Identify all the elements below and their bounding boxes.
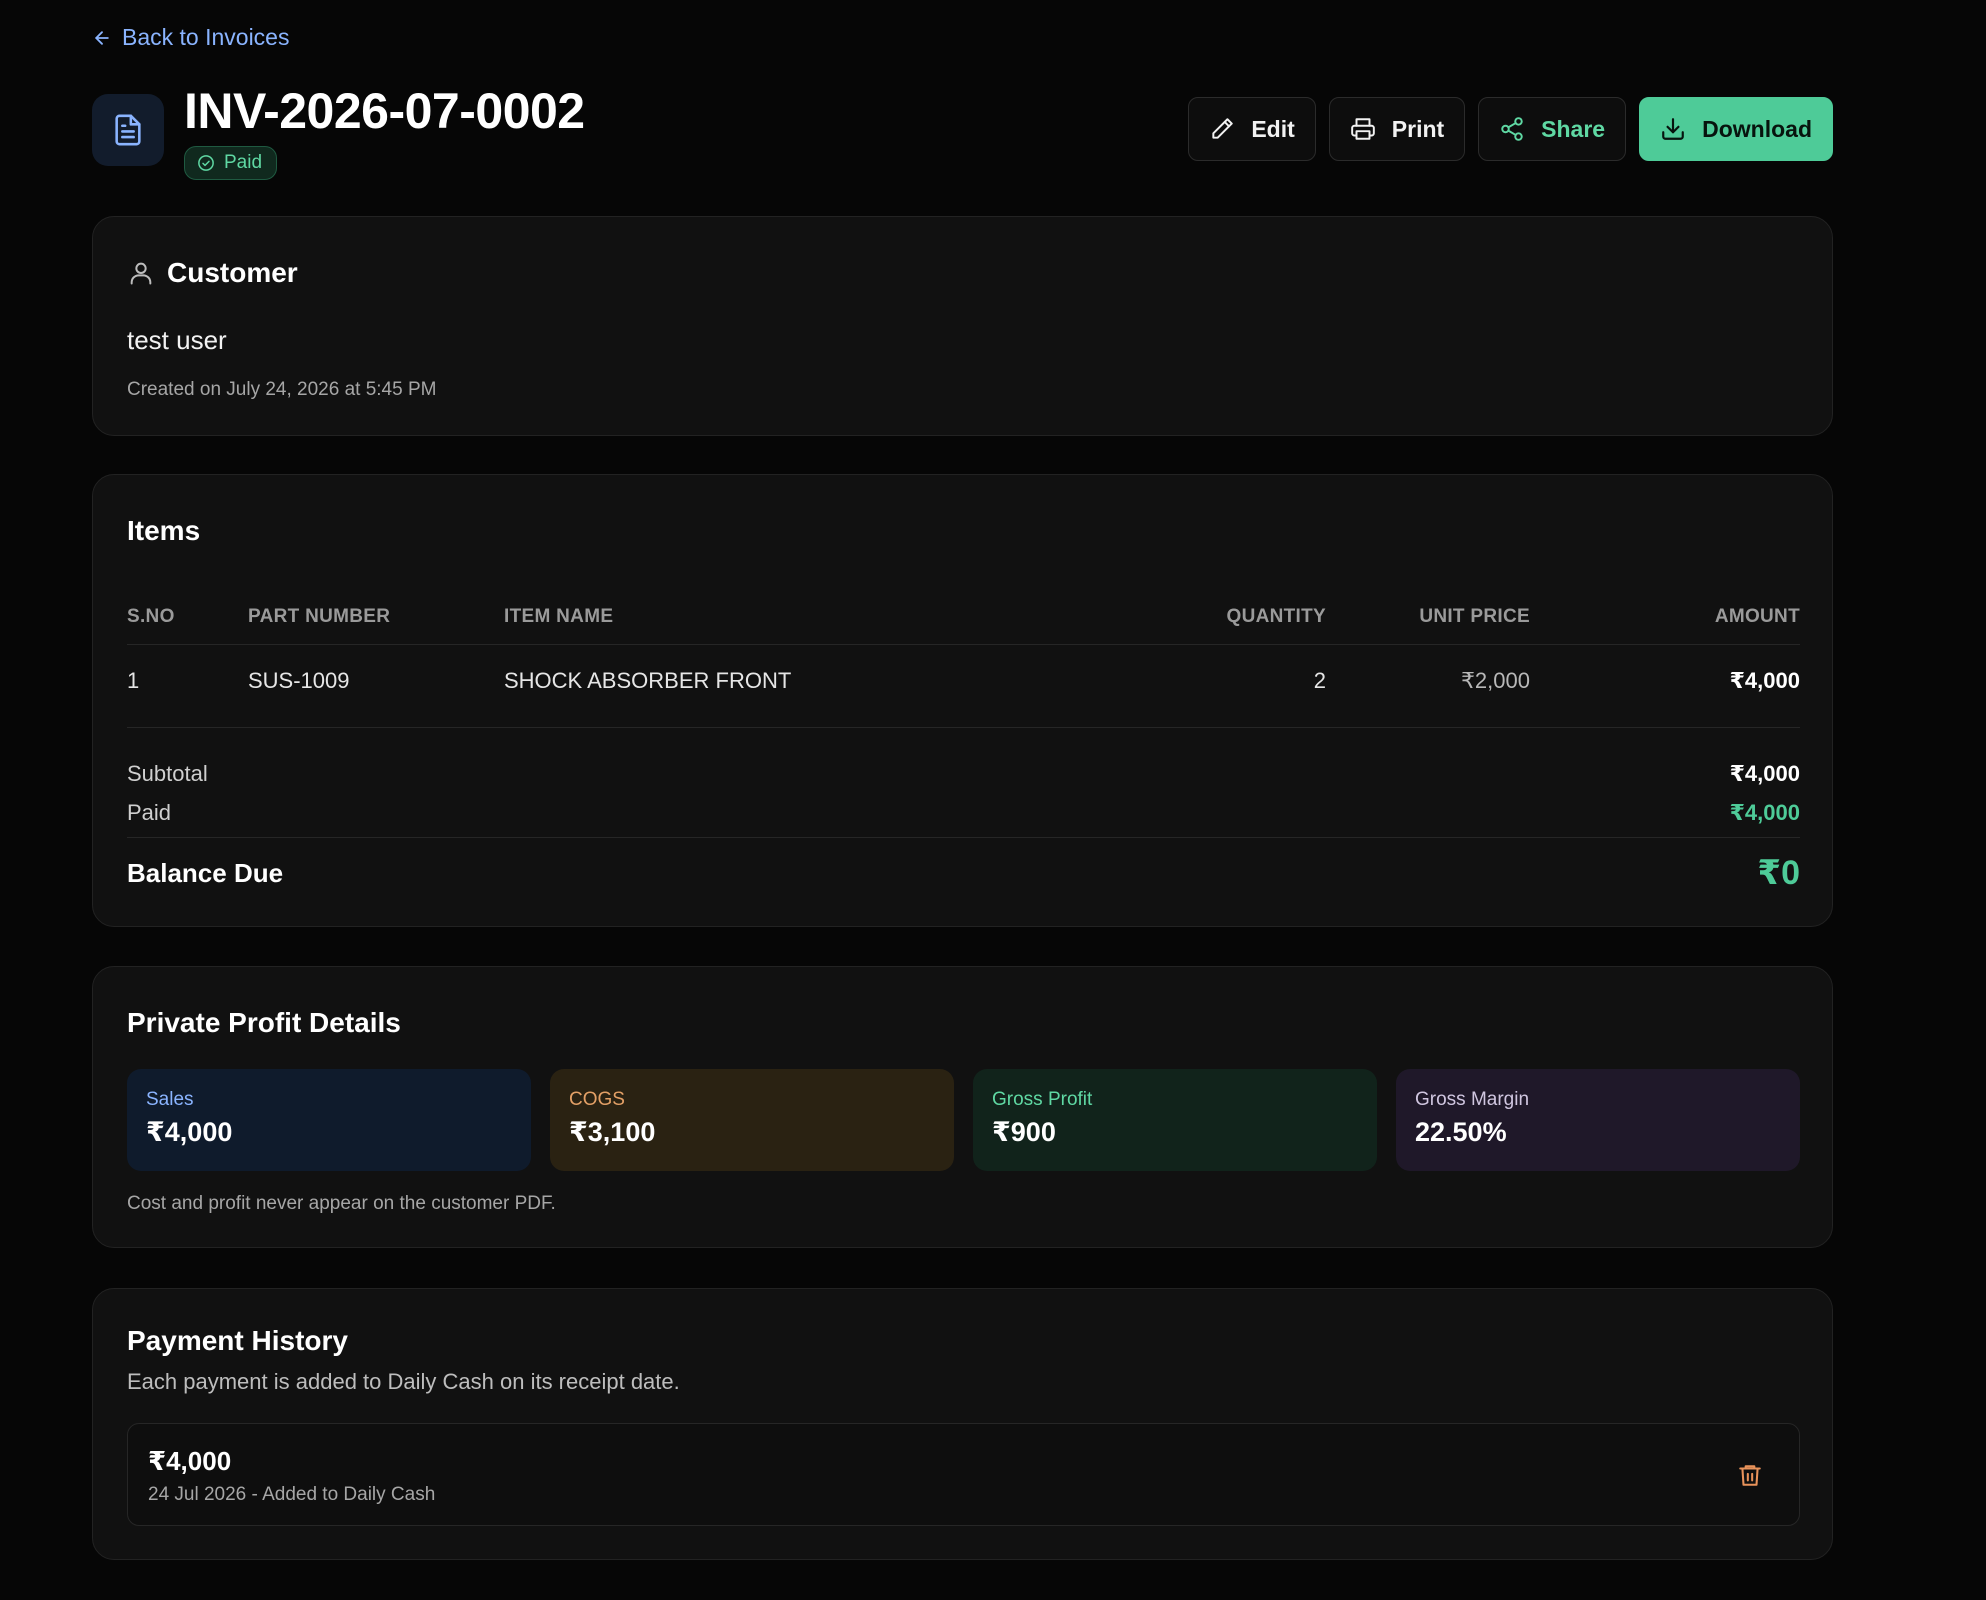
status-label: Paid [224, 152, 263, 173]
paid-value: ₹4,000 [1729, 800, 1800, 825]
share-button-label: Share [1541, 115, 1606, 142]
items-card: Items S.NO PART NUMBER ITEM NAME QUANTIT… [92, 474, 1833, 927]
balance-row: Balance Due ₹0 [127, 853, 1800, 893]
profit-details-card: Private Profit Details Sales ₹4,000 COGS… [92, 966, 1833, 1248]
table-row: 1 SUS-1009 SHOCK ABSORBER FRONT 2 ₹2,000… [127, 645, 1800, 717]
balance-divider [127, 837, 1800, 838]
invoice-header: INV-2026-07-0002 Paid Edit Print Share D… [92, 82, 1833, 182]
back-to-invoices-link[interactable]: Back to Invoices [92, 24, 289, 51]
back-link-label: Back to Invoices [122, 24, 290, 50]
payment-meta: 24 Jul 2026 - Added to Daily Cash [148, 1484, 436, 1505]
profit-metrics: Sales ₹4,000 COGS ₹3,100 Gross Profit ₹9… [127, 1069, 1800, 1171]
sales-metric: Sales ₹4,000 [127, 1069, 531, 1171]
gross-margin-label: Gross Margin [1415, 1089, 1530, 1110]
payment-history-subtitle: Each payment is added to Daily Cash on i… [127, 1369, 680, 1394]
customer-header: Customer [127, 257, 298, 289]
items-table: S.NO PART NUMBER ITEM NAME QUANTITY UNIT… [127, 589, 1800, 717]
pencil-icon [1209, 116, 1235, 142]
paid-row: Paid ₹4,000 [127, 800, 1800, 826]
created-timestamp: Created on July 24, 2026 at 5:45 PM [127, 379, 437, 400]
cogs-label: COGS [569, 1089, 625, 1110]
title-group: INV-2026-07-0002 Paid [92, 82, 585, 180]
share-icon [1499, 116, 1525, 142]
page-title: INV-2026-07-0002 [184, 83, 585, 139]
payment-history-title: Payment History [127, 1325, 348, 1356]
printer-icon [1350, 116, 1376, 142]
cell-item-name: SHOCK ABSORBER FRONT [504, 668, 792, 693]
document-icon [92, 94, 164, 166]
trash-icon [1737, 1462, 1763, 1488]
share-button[interactable]: Share [1478, 97, 1627, 161]
title-text: INV-2026-07-0002 Paid [184, 82, 585, 180]
gross-profit-metric: Gross Profit ₹900 [973, 1069, 1377, 1171]
column-header-sno: S.NO [127, 605, 175, 627]
column-header-unit-price: UNIT PRICE [1419, 605, 1530, 627]
download-button-label: Download [1702, 115, 1812, 142]
column-header-item-name: ITEM NAME [504, 605, 614, 627]
balance-due-label: Balance Due [127, 857, 284, 888]
header-actions: Edit Print Share Download [1188, 97, 1833, 161]
cell-part-number: SUS-1009 [248, 668, 350, 693]
gross-profit-value: ₹900 [992, 1117, 1056, 1147]
items-title: Items [127, 515, 201, 546]
download-button[interactable]: Download [1639, 97, 1833, 161]
subtotal-value: ₹4,000 [1729, 761, 1800, 786]
sales-value: ₹4,000 [146, 1117, 233, 1147]
balance-due-value: ₹0 [1757, 854, 1800, 892]
column-header-amount: AMOUNT [1714, 605, 1800, 627]
download-icon [1660, 116, 1686, 142]
cell-unit-price: ₹2,000 [1460, 668, 1530, 693]
subtotal-label: Subtotal [127, 761, 208, 786]
arrow-left-icon [92, 28, 112, 48]
cell-sno: 1 [127, 668, 140, 693]
customer-name: test user [127, 325, 227, 355]
check-circle-icon [197, 154, 215, 172]
gross-margin-metric: Gross Margin 22.50% [1396, 1069, 1800, 1171]
column-header-quantity: QUANTITY [1226, 605, 1326, 627]
print-button-label: Print [1391, 115, 1445, 142]
delete-payment-button[interactable] [1737, 1462, 1763, 1488]
gross-profit-label: Gross Profit [992, 1089, 1093, 1110]
customer-card: Customer test user Created on July 24, 2… [92, 216, 1833, 436]
table-header: S.NO PART NUMBER ITEM NAME QUANTITY UNIT… [127, 589, 1800, 645]
status-badge: Paid [184, 146, 278, 180]
subtotal-row: Subtotal ₹4,000 [127, 761, 1800, 787]
cogs-value: ₹3,100 [569, 1117, 656, 1147]
cell-quantity: 2 [1313, 668, 1326, 693]
payment-history-card: Payment History Each payment is added to… [92, 1288, 1833, 1560]
payment-entry: ₹4,000 24 Jul 2026 - Added to Daily Cash [127, 1423, 1800, 1526]
customer-title: Customer [167, 257, 298, 288]
payment-amount: ₹4,000 [148, 1446, 232, 1476]
user-icon [127, 259, 155, 287]
print-button[interactable]: Print [1328, 97, 1466, 161]
edit-button-label: Edit [1251, 115, 1295, 142]
paid-label: Paid [127, 800, 172, 825]
sales-label: Sales [146, 1089, 194, 1110]
profit-disclaimer: Cost and profit never appear on the cust… [127, 1193, 556, 1214]
gross-margin-value: 22.50% [1415, 1117, 1507, 1147]
invoice-detail-page: Back to Invoices INV-2026-07-0002 Paid E… [0, 0, 1986, 1600]
edit-button[interactable]: Edit [1188, 97, 1316, 161]
cogs-metric: COGS ₹3,100 [550, 1069, 954, 1171]
cell-amount: ₹4,000 [1729, 668, 1800, 693]
column-header-part-number: PART NUMBER [248, 605, 391, 627]
profit-details-title: Private Profit Details [127, 1007, 401, 1038]
items-divider [127, 727, 1800, 728]
